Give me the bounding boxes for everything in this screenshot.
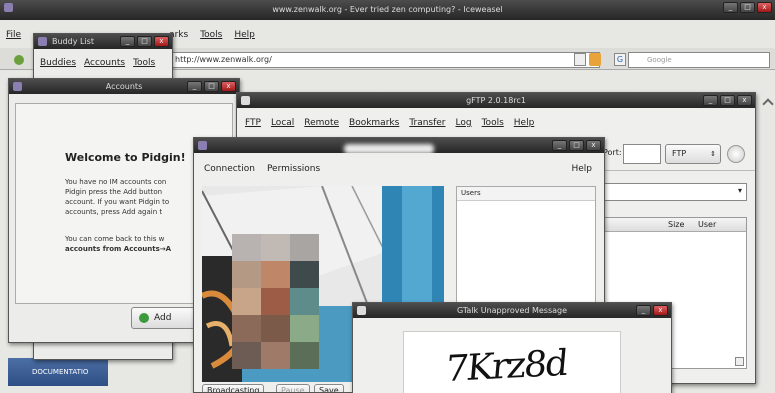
remote-directory-combo[interactable]: ▾ [597,183,747,201]
menu-file[interactable]: File [6,30,21,40]
welcome-text-line: You can come back to this w [65,235,165,243]
add-icon [139,313,149,323]
port-input[interactable] [623,144,661,164]
back-icon[interactable] [14,55,24,65]
captcha-text: 7Krz8d [443,342,569,391]
chevron-down-icon: ▾ [737,186,742,195]
webcam-titlebar[interactable]: _ □ x [194,138,604,154]
close-icon[interactable]: x [757,2,772,13]
captcha-controls: _ x [636,305,668,316]
webcam-menubar: Connection Permissions [204,164,320,174]
menu-tools[interactable]: Tools [133,58,155,68]
menu-buddies[interactable]: Buddies [40,58,76,68]
menu-bookmarks[interactable]: Bookmarks [349,118,399,128]
pidgin-icon [38,37,47,46]
menu-connection[interactable]: Connection [204,164,255,174]
menu-help[interactable]: Help [234,30,255,40]
browser-icon [4,3,13,12]
browser-window-controls: _ □ x [723,2,772,13]
column-user[interactable]: User [698,218,716,231]
menu-tools[interactable]: Tools [200,30,222,40]
minimize-icon[interactable]: _ [187,81,202,92]
gftp-titlebar[interactable]: gFTP 2.0.18rc1 _ □ x [237,93,755,108]
minimize-icon[interactable]: _ [723,2,738,13]
protocol-value: FTP [672,149,687,158]
menu-help[interactable]: Help [514,118,535,128]
url-dropdown-icon[interactable] [574,53,586,66]
close-icon[interactable]: x [737,95,752,106]
close-icon[interactable]: x [154,36,169,47]
connect-icon[interactable] [727,145,745,163]
captcha-titlebar[interactable]: GTalk Unapproved Message _ x [353,303,671,318]
maximize-icon[interactable]: □ [569,140,584,151]
column-size[interactable]: Size [668,218,684,231]
window-icon [357,306,366,315]
menu-log[interactable]: Log [456,118,472,128]
file-list-header: Size User [598,218,746,232]
buddy-list-menubar: Buddies Accounts Tools [40,58,155,68]
close-icon[interactable]: x [586,140,601,151]
maximize-icon[interactable]: □ [137,36,152,47]
protocol-select[interactable]: FTP ⇕ [665,144,721,164]
welcome-text-line: accounts from Accounts→A [65,245,172,253]
browser-title: www.zenwalk.org - Ever tried zen computi… [272,5,503,14]
captcha-title: GTalk Unapproved Message [456,306,568,315]
webcam-controls: _ □ x [552,140,601,151]
go-icon[interactable] [589,53,601,66]
chevron-updown-icon: ⇕ [710,150,716,158]
menu-local[interactable]: Local [271,118,294,128]
accounts-titlebar[interactable]: Accounts _ □ x [9,79,239,94]
pidgin-icon [198,141,207,150]
menu-accounts[interactable]: Accounts [84,58,125,68]
minimize-icon[interactable]: _ [552,140,567,151]
accounts-controls: _ □ x [187,81,236,92]
buddy-list-titlebar[interactable]: Buddy List _ □ x [34,34,172,49]
welcome-text-line: accounts, press Add again t [65,208,163,216]
maximize-icon[interactable]: □ [720,95,735,106]
minimize-icon[interactable]: _ [636,305,651,316]
minimize-icon[interactable]: _ [703,95,718,106]
captcha-window: GTalk Unapproved Message _ x 7Krz8d [352,302,672,393]
url-bar[interactable]: http://www.zenwalk.org/ [170,52,600,68]
welcome-text-line: account. If you want Pidgin to [65,198,170,206]
documentation-link[interactable]: DOCUMENTATIO [8,358,108,386]
menu-transfer[interactable]: Transfer [409,118,445,128]
buddy-list-title: Buddy List [52,37,94,46]
close-icon[interactable]: x [653,305,668,316]
accounts-title: Accounts [105,82,143,91]
close-icon[interactable]: x [221,81,236,92]
pause-button[interactable]: Pause [276,384,310,392]
pidgin-icon [13,82,22,91]
gftp-icon [241,96,250,105]
minimize-icon[interactable]: _ [120,36,135,47]
search-engine-icon[interactable]: G [614,53,626,66]
gftp-menubar: FTP Local Remote Bookmarks Transfer Log … [245,118,534,128]
maximize-icon[interactable]: □ [740,2,755,13]
search-input[interactable]: Google [628,52,770,68]
browser-titlebar[interactable]: www.zenwalk.org - Ever tried zen computi… [0,0,775,20]
users-header: Users [457,187,595,201]
buddy-list-controls: _ □ x [120,36,169,47]
save-button[interactable]: Save [314,384,344,392]
redacted-title [344,144,434,154]
menu-help[interactable]: Help [571,164,592,174]
add-button-label: Add [154,313,172,323]
port-label: Port: [603,148,622,157]
menu-tools[interactable]: Tools [482,118,504,128]
welcome-text-line: Pidgin press the Add button [65,188,163,196]
welcome-text-line: You have no IM accounts con [65,178,167,186]
broadcasting-button[interactable]: Broadcasting [202,384,265,392]
menu-ftp[interactable]: FTP [245,118,261,128]
menu-permissions[interactable]: Permissions [267,164,320,174]
maximize-icon[interactable]: □ [204,81,219,92]
add-account-button[interactable]: Add [131,307,195,329]
menu-remote[interactable]: Remote [304,118,339,128]
scroll-right-icon[interactable] [735,357,744,366]
captcha-image: 7Krz8d [403,331,621,393]
tab-scroll-icon[interactable] [762,98,774,110]
gftp-controls: _ □ x [703,95,752,106]
welcome-heading: Welcome to Pidgin! [65,151,186,164]
gftp-title: gFTP 2.0.18rc1 [466,96,526,105]
